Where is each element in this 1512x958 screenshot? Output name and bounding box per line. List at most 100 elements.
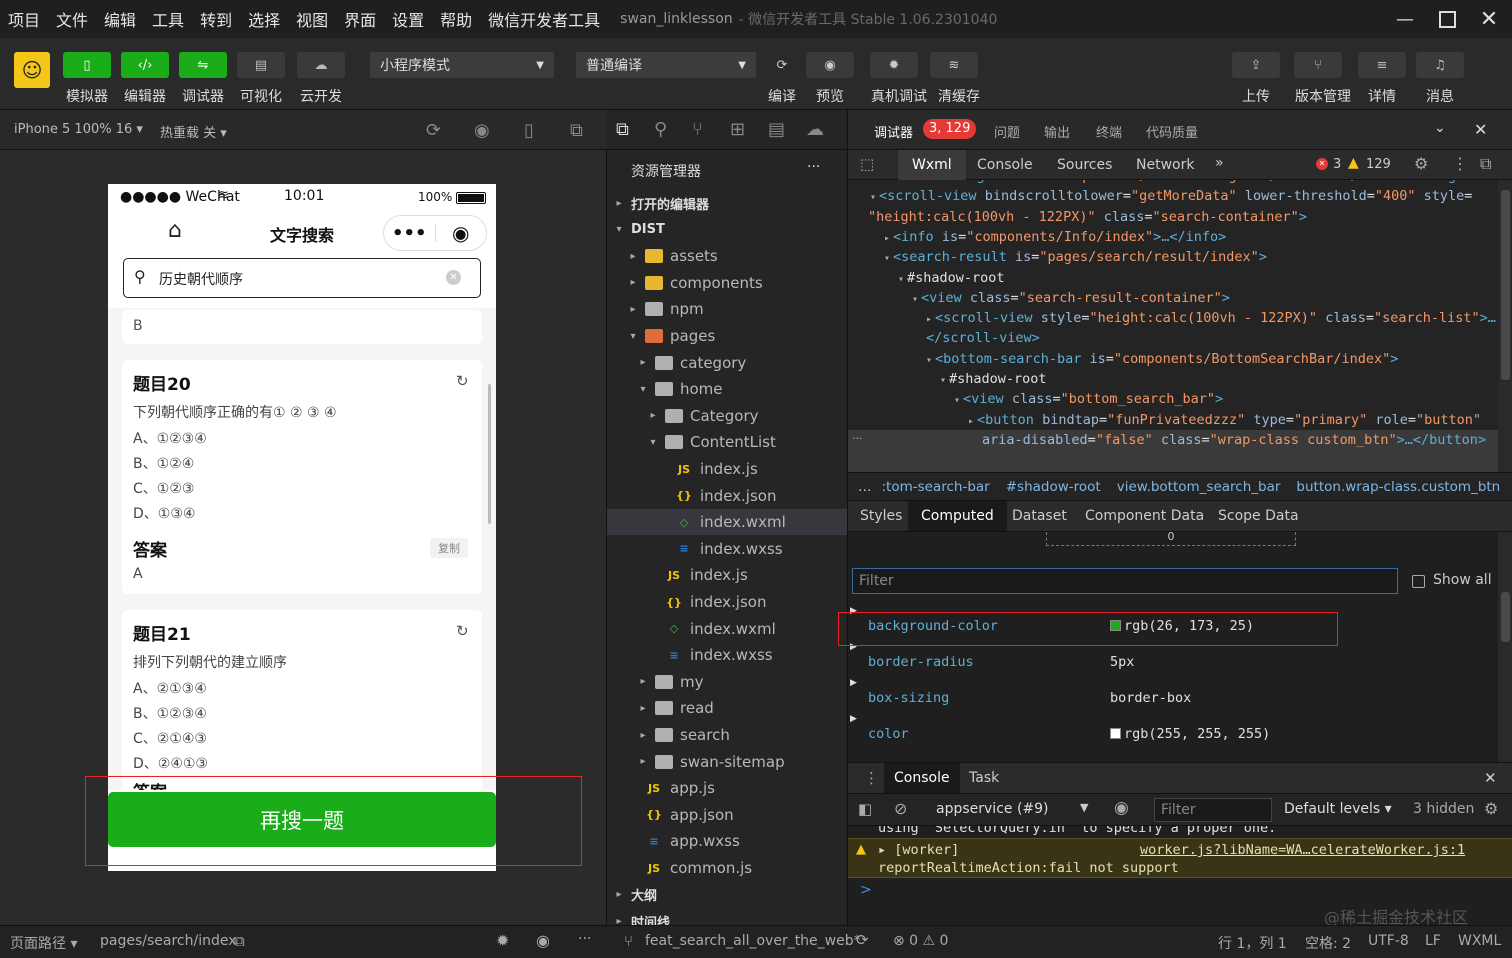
menu-icon[interactable]: ≡ bbox=[1358, 52, 1406, 78]
chevron-right-icon[interactable]: ▸ bbox=[870, 180, 876, 183]
tab-scope-data[interactable]: Scope Data bbox=[1218, 508, 1299, 524]
avatar[interactable]: ☺ bbox=[14, 52, 50, 88]
wxml-node[interactable]: ▸<search-navigator is="components/Search… bbox=[870, 180, 1497, 186]
close-icon[interactable]: ✕ bbox=[1474, 120, 1487, 139]
wxml-node[interactable]: aria-disabled="false" class="wrap-class … bbox=[982, 430, 1486, 450]
compile-select[interactable]: 普通编译 ▼ bbox=[576, 52, 756, 78]
wxml-node[interactable]: ▾ <view class="bottom_search_bar"> bbox=[954, 389, 1223, 409]
chevron-down-icon[interactable]: ▾ bbox=[884, 253, 890, 264]
cursor-position[interactable]: 行 1，列 1 bbox=[1218, 933, 1287, 953]
git-icon[interactable]: ⑂ bbox=[692, 119, 703, 140]
tab-component-data[interactable]: Component Data bbox=[1085, 508, 1204, 524]
tab-issues[interactable]: 问题 bbox=[994, 122, 1020, 141]
chevron-right-icon[interactable]: ▸ bbox=[884, 233, 890, 244]
window-icon[interactable]: ⧉ bbox=[570, 120, 583, 141]
wxml-node[interactable]: ▾ <search-result is="pages/search/result/… bbox=[884, 247, 1267, 267]
eye-icon[interactable]: ◉ bbox=[1114, 798, 1129, 818]
menu-item[interactable]: 界面 bbox=[336, 7, 384, 31]
chevron-right-icon[interactable]: ▶ bbox=[850, 714, 857, 724]
wxml-node[interactable]: ▸ <scroll-view style = "height:calc(100vh -… bbox=[926, 308, 1496, 328]
encoding[interactable]: UTF-8 bbox=[1368, 933, 1409, 949]
levels-select[interactable]: Default levels ▾ bbox=[1284, 801, 1392, 817]
tree-item[interactable]: ▾ home bbox=[607, 376, 848, 402]
tree-item[interactable]: ◇ index.wxml bbox=[607, 509, 848, 536]
home-icon[interactable]: ⌂ bbox=[168, 218, 182, 243]
tab-output[interactable]: 输出 bbox=[1044, 122, 1070, 141]
tab-network[interactable]: Network bbox=[1136, 157, 1194, 173]
hot-reload-toggle[interactable]: 热重载 关 ▾ bbox=[160, 122, 227, 141]
toolbar-label[interactable]: 版本管理 bbox=[1288, 86, 1358, 106]
breadcrumb-item[interactable]: :tom-search-bar bbox=[882, 479, 990, 495]
tree-item[interactable]: ▸ search bbox=[607, 722, 848, 748]
chevron-down-icon[interactable]: ▾ bbox=[912, 294, 918, 305]
filter-input[interactable]: Filter bbox=[852, 568, 1398, 594]
menu-item[interactable]: 项目 bbox=[0, 7, 48, 31]
menu-item[interactable]: 工具 bbox=[144, 7, 192, 31]
menu-item[interactable]: 编辑 bbox=[96, 7, 144, 31]
copy-icon[interactable]: ⧉ bbox=[234, 932, 245, 950]
cloud-icon[interactable]: ☁ bbox=[806, 119, 824, 140]
tree-item[interactable]: ▸ components bbox=[607, 270, 848, 296]
tree-item[interactable]: JS app.js bbox=[607, 775, 848, 801]
close-window-icon[interactable]: ✕ bbox=[1466, 0, 1512, 38]
tree-item[interactable]: JS index.js bbox=[607, 456, 848, 482]
sidebar-toggle-icon[interactable]: ◧ bbox=[858, 800, 872, 818]
tree-item[interactable]: ≡ index.wxss bbox=[607, 536, 848, 562]
tab-task[interactable]: Task bbox=[969, 770, 999, 786]
wxml-node[interactable]: "height:calc(100vh - 122PX)" class="sear… bbox=[868, 207, 1307, 227]
eol[interactable]: LF bbox=[1425, 933, 1441, 949]
layout-icon[interactable]: ▤ bbox=[768, 119, 785, 140]
scrollbar[interactable] bbox=[1498, 532, 1512, 762]
gear-icon[interactable]: ⚙ bbox=[1484, 799, 1498, 818]
layers-icon[interactable]: ≋ bbox=[930, 52, 978, 78]
share-icon[interactable]: ↻ bbox=[456, 622, 469, 640]
kebab-icon[interactable]: ⋮ bbox=[864, 769, 879, 787]
chevron-down-icon[interactable]: ▾ bbox=[870, 192, 876, 203]
refresh-icon[interactable]: ⟳ bbox=[758, 52, 806, 78]
problems-count[interactable]: ⊗ 0 ⚠ 0 bbox=[893, 933, 948, 949]
tab-debugger[interactable]: 调试器 bbox=[874, 122, 913, 141]
rotate-icon[interactable]: ⟳ bbox=[426, 120, 441, 141]
breadcrumb-item[interactable]: #shadow-root bbox=[1006, 479, 1101, 495]
tree-item[interactable]: ▸ assets bbox=[607, 243, 848, 269]
tree-item[interactable]: ▾ pages bbox=[607, 323, 848, 349]
context-select[interactable]: appservice (#9) bbox=[936, 801, 1049, 817]
toolbar-label[interactable]: 云开发 bbox=[291, 86, 351, 106]
chevron-down-icon[interactable]: ▾ bbox=[940, 375, 946, 386]
tree-item[interactable]: ▸ category bbox=[607, 350, 848, 376]
wxml-node[interactable]: ▾ <view class="search-result-container"> bbox=[912, 288, 1230, 308]
color-swatch[interactable] bbox=[1110, 728, 1121, 739]
kebab-icon[interactable]: ⋮ bbox=[1452, 154, 1468, 173]
toolbar-label[interactable]: 详情 bbox=[1352, 86, 1412, 106]
copy-button[interactable]: 复制 bbox=[430, 538, 468, 558]
git-branch[interactable]: feat_search_all_over_the_web* bbox=[645, 933, 861, 949]
tree-item[interactable]: {} app.json bbox=[607, 802, 848, 828]
eye-icon[interactable]: ◉ bbox=[806, 52, 854, 78]
menu-item[interactable]: 转到 bbox=[192, 7, 240, 31]
more-icon[interactable]: ··· bbox=[578, 931, 591, 947]
clear-console-icon[interactable]: ⊘ bbox=[894, 799, 907, 818]
toolbar-label[interactable]: 预览 bbox=[800, 86, 860, 106]
close-miniprogram-icon[interactable]: ◉ bbox=[435, 221, 486, 245]
tree-item[interactable]: ▸ swan-sitemap bbox=[607, 749, 848, 775]
gear-icon[interactable]: ⚙ bbox=[1414, 154, 1428, 173]
clear-icon[interactable]: ✕ bbox=[446, 270, 461, 285]
bug-icon[interactable]: ✹ bbox=[870, 52, 918, 78]
wxml-node[interactable]: ▾ #shadow-root bbox=[940, 369, 1047, 389]
tab-console[interactable]: Console bbox=[977, 157, 1033, 173]
tree-item[interactable]: ◇ index.wxml bbox=[607, 616, 848, 642]
tree-item[interactable]: {} index.json bbox=[607, 483, 848, 509]
menu-item[interactable]: 选择 bbox=[240, 7, 288, 31]
bug-icon[interactable]: ✹ bbox=[496, 931, 509, 950]
tree-item[interactable]: ▸ read bbox=[607, 695, 848, 721]
branch-icon[interactable]: ⑂ bbox=[1294, 52, 1342, 78]
tree-item[interactable]: JS common.js bbox=[607, 855, 848, 881]
wxml-node[interactable]: </scroll-view> bbox=[926, 328, 1040, 348]
share-icon[interactable]: ↻ bbox=[456, 372, 469, 390]
breadcrumb-item[interactable]: view.bottom_search_bar bbox=[1117, 479, 1281, 495]
record-icon[interactable]: ◉ bbox=[474, 120, 490, 141]
tree-item[interactable]: JS index.js bbox=[607, 562, 848, 588]
more-dots-icon[interactable]: ••• bbox=[384, 223, 435, 244]
phone-icon[interactable]: ▯ bbox=[63, 52, 111, 78]
sync-icon[interactable]: ⟳ bbox=[856, 931, 869, 949]
